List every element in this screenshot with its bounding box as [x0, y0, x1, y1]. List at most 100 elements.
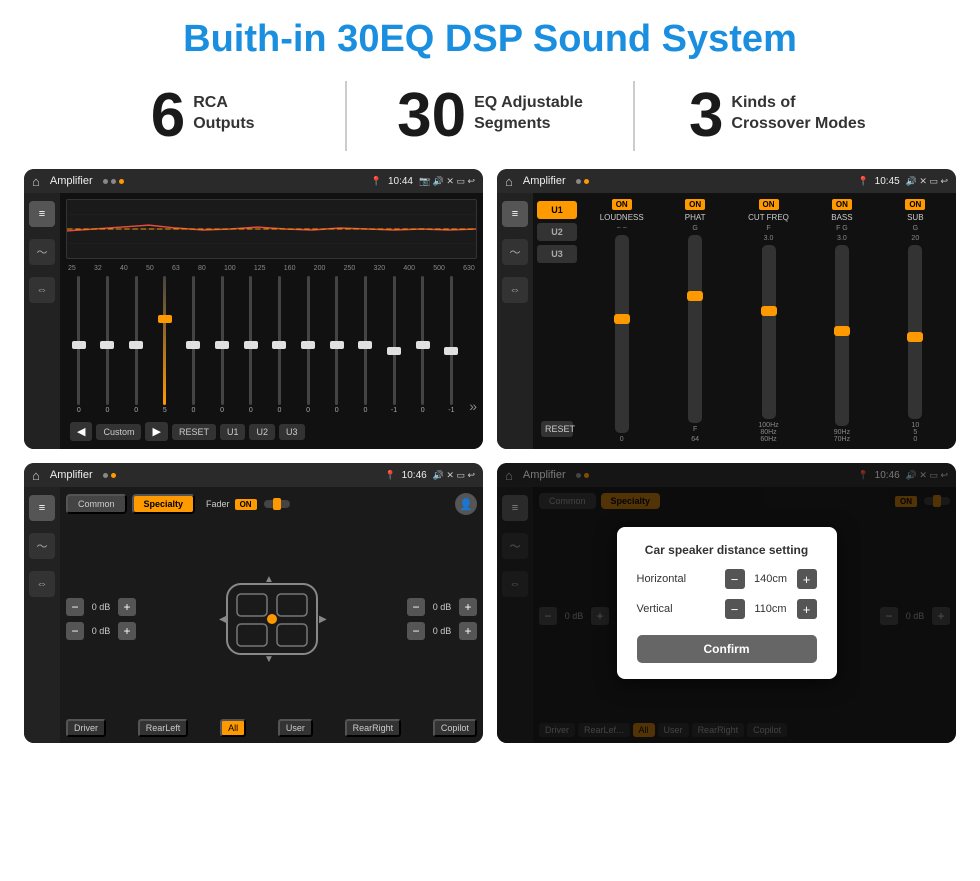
stat-item-crossover: 3 Kinds ofCrossover Modes: [635, 85, 920, 147]
fader-db-row-2: − 0 dB +: [66, 622, 136, 640]
cutfreq-on[interactable]: ON: [759, 199, 779, 210]
eq-sidebar-icon-2[interactable]: 〜: [29, 239, 55, 265]
fader-minus-4[interactable]: −: [407, 622, 425, 640]
eq-slider-7[interactable]: 0: [267, 276, 293, 414]
eq-u2-btn[interactable]: U2: [249, 424, 275, 440]
fader-all-btn[interactable]: All: [220, 719, 246, 737]
cross-dots: [576, 179, 589, 184]
eq-slider-10[interactable]: 0: [353, 276, 379, 414]
fader-sidebar-icon-3[interactable]: ⇔: [29, 571, 55, 597]
fader-slider-h[interactable]: [264, 500, 290, 508]
fader-plus-2[interactable]: +: [118, 622, 136, 640]
dialog-vertical-minus[interactable]: −: [725, 599, 745, 619]
eq-topbar: ⌂ Amplifier 📍 10:44 📷 🔊 ✕ ▭ ↩: [24, 169, 483, 193]
eq-u3-btn[interactable]: U3: [279, 424, 305, 440]
dialog-horizontal-controls: − 140cm +: [725, 569, 817, 589]
fader-rearleft-btn[interactable]: RearLeft: [138, 719, 189, 737]
eq-slider-4[interactable]: 0: [181, 276, 207, 414]
fader-plus-4[interactable]: +: [459, 622, 477, 640]
cross-sidebar-icon-3[interactable]: ⇔: [502, 277, 528, 303]
cross-home-icon: ⌂: [505, 174, 513, 189]
eq-main-area: 253240506380100125160200250320400500630 …: [60, 193, 483, 449]
cross-sidebar-icon-1[interactable]: ≡: [502, 201, 528, 227]
cross-u3-btn[interactable]: U3: [537, 245, 577, 263]
fader-minus-1[interactable]: −: [66, 598, 84, 616]
eq-slider-5[interactable]: 0: [209, 276, 235, 414]
dialog-vertical-label: Vertical: [637, 603, 673, 615]
eq-slider-0[interactable]: 0: [66, 276, 92, 414]
loudness-slider[interactable]: [615, 235, 629, 433]
eq-prev-btn[interactable]: ◀: [70, 422, 92, 441]
eq-slider-6[interactable]: 0: [238, 276, 264, 414]
fader-db-row-3: − 0 dB +: [407, 598, 477, 616]
fader-db-row-4: − 0 dB +: [407, 622, 477, 640]
eq-sidebar-icon-3[interactable]: ⇔: [29, 277, 55, 303]
cross-icons: 🔊 ✕ ▭ ↩: [906, 176, 948, 187]
phat-on[interactable]: ON: [685, 199, 705, 210]
sub-on[interactable]: ON: [905, 199, 925, 210]
fader-specialty-tab[interactable]: Specialty: [132, 494, 196, 514]
fader-sidebar-icon-1[interactable]: ≡: [29, 495, 55, 521]
eq-slider-2[interactable]: 0: [123, 276, 149, 414]
bass-on[interactable]: ON: [832, 199, 852, 210]
dialog-vertical-plus[interactable]: +: [797, 599, 817, 619]
eq-slider-11[interactable]: -1: [381, 276, 407, 414]
fader-minus-2[interactable]: −: [66, 622, 84, 640]
phat-label: PHAT: [685, 213, 706, 222]
topbar-time-eq: 10:44: [388, 176, 413, 187]
dialog-vertical-field: Vertical − 110cm +: [637, 599, 817, 619]
cross-topbar: ⌂ Amplifier 📍 10:45 🔊 ✕ ▭ ↩: [497, 169, 956, 193]
fader-copilot-btn[interactable]: Copilot: [433, 719, 477, 737]
cross-sub: ON SUB G 20 1050: [881, 199, 950, 443]
topbar-icons-eq: 📷 🔊 ✕ ▭ ↩: [419, 176, 475, 187]
fader-rearright-btn[interactable]: RearRight: [345, 719, 402, 737]
fader-plus-3[interactable]: +: [459, 598, 477, 616]
eq-sidebar-icon-1[interactable]: ≡: [29, 201, 55, 227]
dialog-horizontal-plus[interactable]: +: [797, 569, 817, 589]
cross-u1-btn[interactable]: U1: [537, 201, 577, 219]
fader-content: ≡ 〜 ⇔ Common Specialty Fader ON 👤: [24, 487, 483, 743]
eq-slider-12[interactable]: 0: [410, 276, 436, 414]
eq-reset-btn[interactable]: RESET: [172, 424, 216, 440]
cross-pin-icon: 📍: [857, 176, 868, 187]
eq-u1-btn[interactable]: U1: [220, 424, 246, 440]
dialog-overlay: Car speaker distance setting Horizontal …: [497, 463, 956, 743]
fader-user-btn[interactable]: User: [278, 719, 313, 737]
cross-u2-btn[interactable]: U2: [537, 223, 577, 241]
eq-slider-8[interactable]: 0: [295, 276, 321, 414]
fader-title: Amplifier: [50, 469, 93, 481]
fader-icons: 🔊 ✕ ▭ ↩: [433, 470, 475, 481]
eq-slider-1[interactable]: 0: [95, 276, 121, 414]
phat-slider[interactable]: [688, 235, 702, 423]
fader-minus-3[interactable]: −: [407, 598, 425, 616]
fader-common-tab[interactable]: Common: [66, 494, 127, 514]
svg-text:▲: ▲: [264, 574, 274, 585]
cross-phat: ON PHAT G F 64: [660, 199, 729, 443]
eq-custom-btn[interactable]: Custom: [96, 424, 141, 440]
eq-slider-3[interactable]: 5: [152, 276, 178, 414]
eq-next-btn[interactable]: ▶: [145, 422, 167, 441]
svg-text:▶: ▶: [319, 614, 327, 625]
dialog-confirm-button[interactable]: Confirm: [637, 635, 817, 663]
fader-user-icon[interactable]: 👤: [455, 493, 477, 515]
fader-plus-1[interactable]: +: [118, 598, 136, 616]
eq-slider-13[interactable]: -1: [439, 276, 465, 414]
cross-reset-btn[interactable]: RESET: [541, 421, 573, 437]
cross-channels-area: ON LOUDNESS ~~ 0 ON PHAT G: [581, 193, 956, 449]
cutfreq-slider[interactable]: [762, 245, 776, 419]
dialog-horizontal-minus[interactable]: −: [725, 569, 745, 589]
stat-item-rca: 6 RCAOutputs: [60, 85, 345, 147]
dialog-horizontal-field: Horizontal − 140cm +: [637, 569, 817, 589]
loudness-on[interactable]: ON: [612, 199, 632, 210]
stat-number-30: 30: [397, 85, 466, 147]
eq-screen-card: ⌂ Amplifier 📍 10:44 📷 🔊 ✕ ▭ ↩ ≡ 〜 ⇔: [24, 169, 483, 449]
sub-slider[interactable]: [908, 245, 922, 419]
cross-content: ≡ 〜 ⇔ U1 U2 U3 RESET ON LOUDNESS: [497, 193, 956, 449]
fader-driver-btn[interactable]: Driver: [66, 719, 106, 737]
eq-arrow-end: »: [469, 398, 477, 414]
eq-slider-9[interactable]: 0: [324, 276, 350, 414]
bass-slider[interactable]: [835, 245, 849, 426]
fader-sidebar-icon-2[interactable]: 〜: [29, 533, 55, 559]
cross-sidebar-icon-2[interactable]: 〜: [502, 239, 528, 265]
cross-sidebar: ≡ 〜 ⇔: [497, 193, 533, 449]
